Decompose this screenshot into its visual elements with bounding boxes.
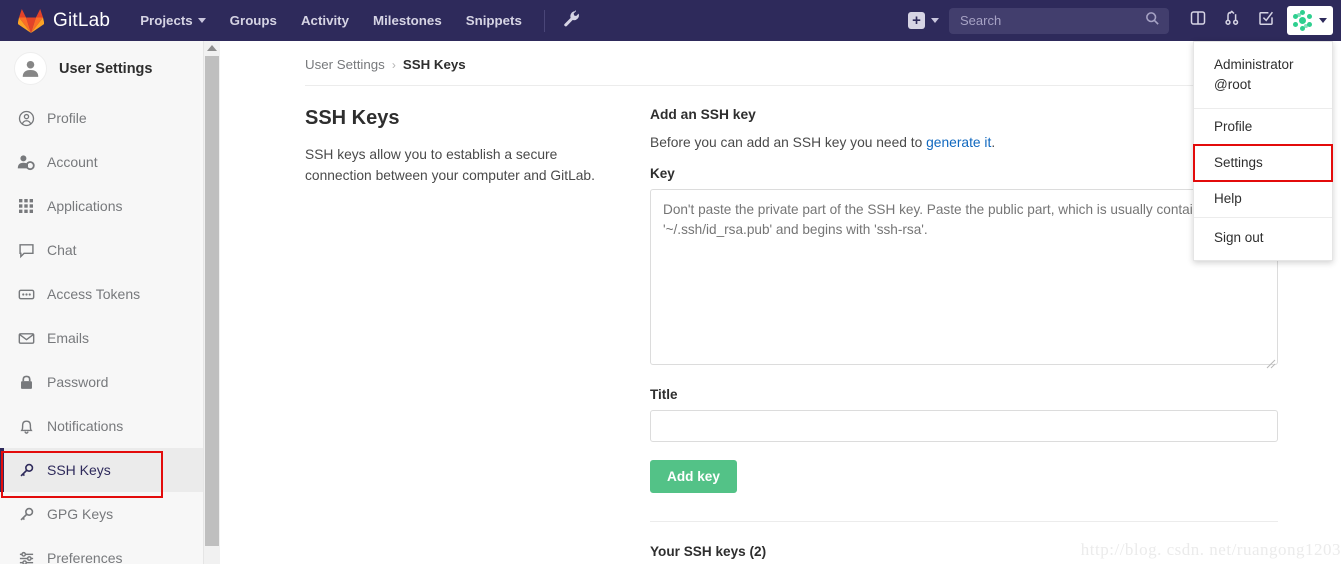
settings-columns: SSH Keys SSH keys allow you to establish… [220, 86, 1341, 559]
user-dropdown-menu: Administrator @root Profile Settings Hel… [1193, 41, 1333, 261]
textarea-resize-handle[interactable] [1264, 356, 1276, 369]
breadcrumb: User Settings › SSH Keys [220, 41, 1341, 72]
sidebar-item-label: Emails [47, 330, 90, 346]
wrench-icon [563, 9, 580, 32]
envelope-icon [16, 328, 36, 348]
search-box[interactable] [949, 7, 1169, 34]
sidebar-item-profile[interactable]: Profile [0, 96, 203, 140]
sidebar-item-label: Chat [47, 242, 77, 258]
issues-link[interactable] [1181, 0, 1215, 41]
sidebar-item-label: Access Tokens [47, 286, 141, 302]
sidebar-item-label: Preferences [47, 550, 123, 564]
search-input[interactable] [958, 12, 1145, 29]
gitlab-logo-home-link[interactable]: GitLab [17, 8, 111, 33]
sidebar-item-preferences[interactable]: Preferences [0, 536, 203, 564]
sidebar-item-emails[interactable]: Emails [0, 316, 203, 360]
speech-bubble-icon [16, 240, 36, 260]
todos-link[interactable] [1249, 0, 1283, 41]
brand-name: GitLab [53, 9, 111, 31]
key-icon [16, 504, 36, 524]
title-field-label: Title [650, 387, 678, 402]
sidebar-item-label: Password [47, 374, 109, 390]
generate-it-link[interactable]: generate it [926, 135, 991, 150]
chevron-down-icon [1319, 18, 1327, 23]
sliders-icon [16, 548, 36, 564]
breadcrumb-parent[interactable]: User Settings [305, 57, 385, 72]
user-dropdown-username: @root [1214, 77, 1251, 92]
todos-icon [1257, 9, 1275, 32]
scrollbar-thumb[interactable] [205, 56, 219, 546]
search-icon [1145, 11, 1160, 31]
nav-link-activity[interactable]: Activity [289, 0, 361, 41]
key-icon [16, 460, 36, 480]
sidebar-item-applications[interactable]: Applications [0, 184, 203, 228]
lock-icon [16, 372, 36, 392]
sidebar-item-notifications[interactable]: Notifications [0, 404, 203, 448]
new-item-button[interactable]: + [904, 12, 943, 29]
settings-description-column: SSH Keys SSH keys allow you to establish… [305, 107, 635, 559]
user-dropdown-name: Administrator [1214, 57, 1294, 72]
watermark: http://blog. csdn. net/ruangong1203 [1080, 540, 1341, 559]
merge-requests-icon [1223, 9, 1241, 32]
nav-link-projects[interactable]: Projects [128, 0, 217, 41]
sidebar-item-account[interactable]: Account [0, 140, 203, 184]
add-key-button[interactable]: Add key [650, 460, 737, 493]
sidebar-header: User Settings [0, 41, 203, 96]
breadcrumb-separator-icon: › [391, 57, 396, 72]
sidebar-item-password[interactable]: Password [0, 360, 203, 404]
sidebar-title: User Settings [59, 60, 153, 77]
nav-link-snippets[interactable]: Snippets [454, 0, 534, 41]
sidebar-item-label: Account [47, 154, 98, 170]
dropdown-item-settings[interactable]: Settings [1193, 144, 1333, 182]
helper-suffix: . [991, 135, 996, 150]
sidebar-scrollbar[interactable] [204, 41, 220, 564]
user-menu-button[interactable] [1287, 6, 1333, 35]
sidebar-item-label: Applications [47, 198, 123, 214]
admin-area-link[interactable] [555, 0, 589, 41]
sidebar-item-label: Notifications [47, 418, 124, 434]
title-input[interactable] [650, 410, 1278, 442]
sidebar-item-ssh-keys[interactable]: SSH Keys [0, 448, 203, 492]
dropdown-item-help[interactable]: Help [1194, 181, 1332, 217]
bell-icon [16, 416, 36, 436]
sidebar-item-label: SSH Keys [47, 462, 111, 478]
scroll-up-arrow-icon[interactable] [207, 45, 217, 51]
account-gear-icon [16, 152, 36, 172]
nav-link-milestones[interactable]: Milestones [361, 0, 454, 41]
sidebar-item-chat[interactable]: Chat [0, 228, 203, 272]
gitlab-tanuki-icon [17, 8, 45, 33]
navbar-right-group: + [904, 0, 1333, 41]
dropdown-item-profile[interactable]: Profile [1194, 109, 1332, 145]
user-avatar-identicon [1291, 9, 1314, 32]
page-title: SSH Keys [305, 107, 400, 129]
user-dropdown-header: Administrator @root [1194, 42, 1332, 108]
nav-divider [543, 9, 545, 32]
sidebar-item-gpg-keys[interactable]: GPG Keys [0, 492, 203, 536]
dropdown-item-sign-out[interactable]: Sign out [1194, 218, 1332, 260]
sidebar-item-label: GPG Keys [47, 506, 114, 522]
nav-link-groups[interactable]: Groups [218, 0, 289, 41]
main-content: User Settings › SSH Keys SSH Keys SSH ke… [220, 41, 1341, 564]
grid-dots-icon [16, 196, 36, 216]
page-description: SSH keys allow you to establish a secure… [305, 147, 595, 183]
user-settings-sidebar: User Settings Profile Account Applicatio… [0, 41, 204, 564]
merge-requests-link[interactable] [1215, 0, 1249, 41]
plus-icon: + [908, 12, 925, 29]
chevron-down-icon [931, 18, 939, 23]
breadcrumb-current[interactable]: SSH Keys [403, 57, 466, 72]
issues-icon [1189, 9, 1207, 32]
user-circle-icon [16, 108, 36, 128]
key-textarea-wrapper [650, 189, 1278, 370]
token-icon [16, 284, 36, 304]
helper-prefix: Before you can add an SSH key you need t… [650, 135, 927, 150]
chevron-down-icon [197, 18, 206, 23]
user-avatar-icon [14, 52, 47, 85]
key-textarea[interactable] [650, 189, 1278, 365]
top-navbar: GitLab Projects Groups Activity Mileston… [0, 0, 1341, 41]
section-divider [650, 521, 1278, 522]
sidebar-item-label: Profile [47, 110, 87, 126]
nav-link-projects-label: Projects [140, 13, 193, 28]
sidebar-item-access-tokens[interactable]: Access Tokens [0, 272, 203, 316]
